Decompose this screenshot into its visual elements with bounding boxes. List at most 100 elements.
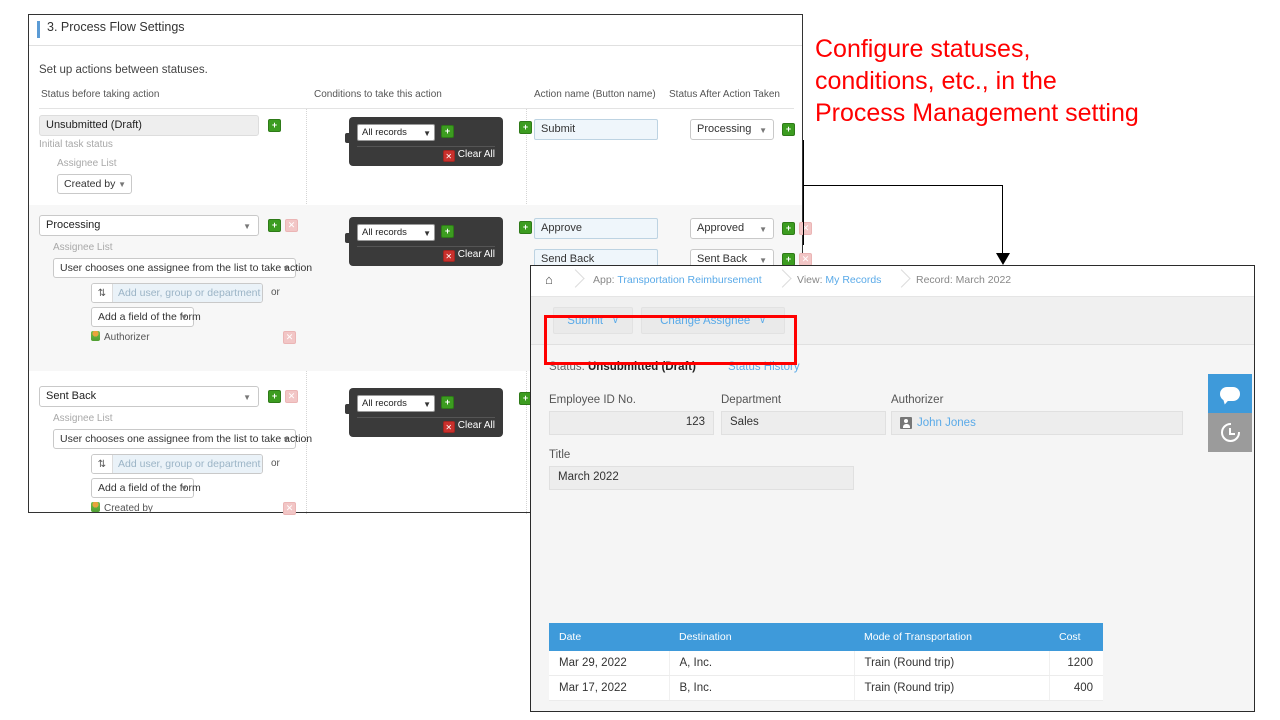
condition-value-1: All records xyxy=(362,127,407,138)
department-field[interactable]: Sales xyxy=(721,411,886,435)
chevron-down-icon: ▼ xyxy=(282,435,290,444)
add-status-row-button-3[interactable]: + xyxy=(268,390,281,403)
add-form-field-select-3[interactable]: Add a field of the form ▼ xyxy=(91,478,201,498)
department-label: Department xyxy=(721,394,782,406)
assignee-mode-value-2: User chooses one assignee from the list … xyxy=(60,262,313,274)
annotation-configure-statuses: Configure statuses, conditions, etc., in… xyxy=(815,35,1139,127)
close-icon: ✕ xyxy=(442,150,455,162)
status-after-select-1-1[interactable]: Processing ▼ xyxy=(690,119,774,140)
column-header-status-before: Status before taking action xyxy=(41,89,160,100)
arrow-head-icon xyxy=(996,253,1010,265)
add-action-row-button-2-1[interactable]: + xyxy=(782,222,795,235)
assignee-mode-value-1: Created by xyxy=(64,178,116,190)
add-condition-button-2[interactable]: + xyxy=(441,225,454,238)
status-before-select-2[interactable]: Processing ▼ xyxy=(39,215,259,236)
close-icon: ✕ xyxy=(442,421,455,433)
conditions-box-2: All records ▼ + ✕ Clear All xyxy=(345,217,503,266)
expenses-table: Date Destination Mode of Transportation … xyxy=(549,623,1103,701)
title-field[interactable]: March 2022 xyxy=(549,466,854,490)
history-clock-icon xyxy=(1220,423,1240,442)
status-before-value-1: Unsubmitted (Draft) xyxy=(39,115,259,136)
annotation-highlight-box xyxy=(544,315,797,365)
status-after-value-2-2: Sent Back xyxy=(697,253,748,265)
assignee-mode-select-1[interactable]: Created by ▼ xyxy=(57,174,132,194)
flow-row-unsubmitted: Unsubmitted (Draft) + Initial task statu… xyxy=(29,109,802,204)
breadcrumb-app[interactable]: App: Transportation Reimbursement xyxy=(593,274,762,286)
authorizer-value: John Jones xyxy=(917,417,976,429)
comment-button[interactable] xyxy=(1208,374,1252,413)
add-user-input-2[interactable]: ⇅ Add user, group or department xyxy=(91,283,263,303)
floating-action-buttons xyxy=(1208,374,1252,452)
column-header-status-after: Status After Action Taken xyxy=(669,89,780,100)
breadcrumb-chevron-3 xyxy=(895,266,909,296)
add-condition-button-3[interactable]: + xyxy=(441,396,454,409)
action-name-input-1-1[interactable]: Submit xyxy=(534,119,658,140)
add-status-row-button-1[interactable]: + xyxy=(268,119,281,132)
conditions-connector-nub xyxy=(345,133,351,143)
assignee-mode-select-3[interactable]: User chooses one assignee from the list … xyxy=(53,429,312,449)
conditions-connector-nub xyxy=(345,233,351,243)
delete-assignee-entry-button-3[interactable]: ✕ xyxy=(283,502,296,515)
header-accent-bar xyxy=(37,21,40,38)
column-header-destination: Destination xyxy=(669,623,854,651)
breadcrumb-chevron-1 xyxy=(569,266,583,296)
clear-all-button-1[interactable]: ✕ Clear All xyxy=(442,149,495,162)
authorizer-field[interactable]: John Jones xyxy=(891,411,1183,435)
clear-all-button-3[interactable]: ✕ Clear All xyxy=(442,420,495,433)
add-action-row-button-1-1[interactable]: + xyxy=(782,123,795,136)
assignee-list-label-1: Assignee List xyxy=(57,158,117,169)
cell-date: Mar 17, 2022 xyxy=(549,675,669,701)
conditions-box-3: All records ▼ + ✕ Clear All xyxy=(345,388,503,437)
delete-status-row-button-3[interactable]: ✕ xyxy=(285,390,298,403)
condition-select-3[interactable]: All records ▼ xyxy=(357,395,435,412)
delete-assignee-entry-button-2[interactable]: ✕ xyxy=(283,331,296,344)
delete-status-row-button-2[interactable]: ✕ xyxy=(285,219,298,232)
home-icon[interactable]: ⌂ xyxy=(545,273,559,287)
chevron-down-icon: ▼ xyxy=(423,229,431,238)
table-row: Mar 17, 2022 B, Inc. Train (Round trip) … xyxy=(549,675,1103,701)
chevron-down-icon: ▼ xyxy=(180,484,188,493)
assignee-mode-select-2[interactable]: User chooses one assignee from the list … xyxy=(53,258,312,278)
cell-mode: Train (Round trip) xyxy=(853,675,1049,701)
status-after-select-2-1[interactable]: Approved ▼ xyxy=(690,218,774,239)
add-status-row-button-2[interactable]: + xyxy=(268,219,281,232)
column-header-cost: Cost xyxy=(1049,623,1103,651)
add-condition-button-1[interactable]: + xyxy=(441,125,454,138)
breadcrumb-view[interactable]: View: My Records xyxy=(797,274,881,286)
condition-value-3: All records xyxy=(362,398,407,409)
employee-id-field[interactable]: 123 xyxy=(549,411,714,435)
chevron-down-icon: ▼ xyxy=(759,126,767,135)
breadcrumb: ⌂ App: Transportation Reimbursement View… xyxy=(531,266,1254,297)
assignee-entry-3: Created by xyxy=(91,502,153,514)
add-user-input-3[interactable]: ⇅ Add user, group or department xyxy=(91,454,263,474)
condition-select-1[interactable]: All records ▼ xyxy=(357,124,435,141)
column-headers: Status before taking action Conditions t… xyxy=(29,89,802,109)
cell-cost: 400 xyxy=(1048,675,1103,701)
history-button[interactable] xyxy=(1208,413,1252,452)
user-icon xyxy=(91,502,100,512)
cell-destination: B, Inc. xyxy=(668,675,854,701)
chevron-down-icon: ▼ xyxy=(759,256,767,265)
conditions-divider xyxy=(357,146,495,147)
assignee-entry-2: Authorizer xyxy=(91,331,150,343)
status-before-select-3[interactable]: Sent Back ▼ xyxy=(39,386,259,407)
assignee-list-label-3: Assignee List xyxy=(53,413,113,424)
chevron-down-icon: ▼ xyxy=(759,225,767,234)
add-action-button-1[interactable]: + xyxy=(519,121,532,134)
chevron-down-icon: ▼ xyxy=(180,313,188,322)
add-form-field-select-2[interactable]: Add a field of the form ▼ xyxy=(91,307,201,327)
cell-destination: A, Inc. xyxy=(668,651,854,676)
org-tree-icon: ⇅ xyxy=(92,455,113,473)
conditions-box-1: All records ▼ + ✕ Clear All xyxy=(345,117,503,166)
record-detail-window: ⌂ App: Transportation Reimbursement View… xyxy=(530,265,1255,712)
add-action-button-2[interactable]: + xyxy=(519,221,532,234)
or-label-3: or xyxy=(271,458,280,469)
clear-all-button-2[interactable]: ✕ Clear All xyxy=(442,249,495,262)
column-header-conditions: Conditions to take this action xyxy=(314,89,442,100)
condition-select-2[interactable]: All records ▼ xyxy=(357,224,435,241)
status-after-value-1-1: Processing xyxy=(697,123,752,135)
user-icon xyxy=(91,331,100,341)
add-user-placeholder-3: Add user, group or department xyxy=(113,455,262,473)
conditions-divider xyxy=(357,417,495,418)
action-name-input-2-1[interactable]: Approve xyxy=(534,218,658,239)
